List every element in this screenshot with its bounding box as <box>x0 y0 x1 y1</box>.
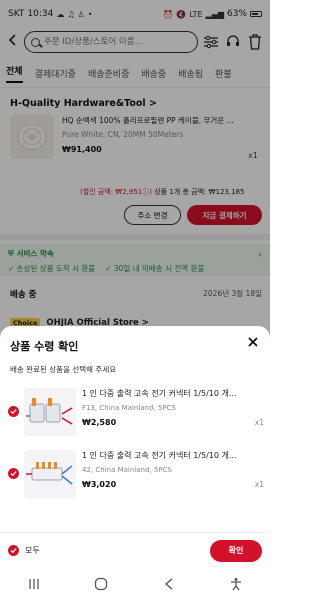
back-icon[interactable] <box>159 576 179 592</box>
confirm-button[interactable]: 확인 <box>210 539 262 562</box>
product-spec: 42, China Mainland, 5PCS <box>82 466 172 474</box>
sheet-title: 상품 수령 확인 <box>10 340 79 353</box>
product-thumbnail <box>24 450 76 498</box>
list-item[interactable]: 1 인 다중 출력 고속 전기 커넥터 1/5/10 개... 42, Chin… <box>0 450 270 504</box>
home-icon[interactable] <box>91 576 111 592</box>
list-item[interactable]: 1 인 다중 출력 고속 전기 커넥터 1/5/10 개... F13, Chi… <box>0 388 270 442</box>
checkbox-checked-icon[interactable] <box>8 468 19 479</box>
sheet-subtitle: 배송 완료된 상품을 선택해 주세요 <box>10 365 117 374</box>
screen: SKT 10:34 ☁ ♫ ♙ • ⏰ 🔇 LTE ▂▄▆ 63% 주문 ID/… <box>0 0 270 600</box>
select-all-checkbox-icon[interactable] <box>8 545 19 556</box>
product-quantity: x1 <box>254 480 264 489</box>
product-name: 1 인 다중 출력 고속 전기 커넥터 1/5/10 개... <box>82 389 237 398</box>
checkbox-checked-icon[interactable] <box>8 406 19 417</box>
sheet-footer: 모두 확인 <box>0 532 270 568</box>
product-price: ₩3,020 <box>82 480 117 489</box>
product-thumbnail <box>24 388 76 436</box>
system-nav-bar <box>0 568 270 600</box>
close-icon[interactable] <box>246 334 260 348</box>
product-quantity: x1 <box>254 418 264 427</box>
confirm-receipt-sheet: 상품 수령 확인 배송 완료된 상품을 선택해 주세요 1 인 다중 출력 고속… <box>0 326 270 600</box>
accessibility-icon[interactable] <box>226 576 246 592</box>
product-price: ₩2,580 <box>82 418 117 427</box>
select-all-label[interactable]: 모두 <box>25 545 40 556</box>
recent-apps-icon[interactable] <box>24 576 44 592</box>
product-name: 1 인 다중 출력 고속 전기 커넥터 1/5/10 개... <box>82 451 237 460</box>
product-spec: F13, China Mainland, 5PCS <box>82 404 176 412</box>
